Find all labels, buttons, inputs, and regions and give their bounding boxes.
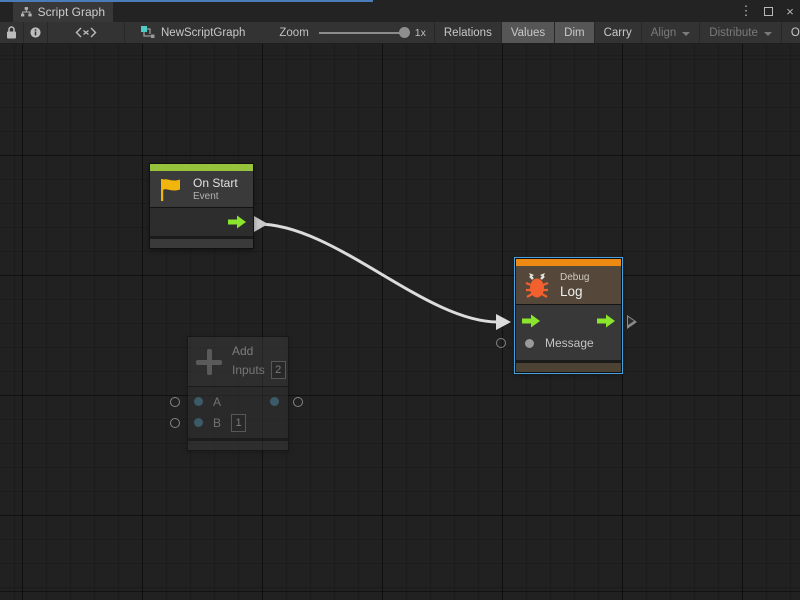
align-label: Align [651, 27, 677, 39]
on-start-footer [150, 239, 253, 248]
zoom-slider[interactable] [319, 32, 405, 34]
message-port-row: Message [516, 332, 621, 354]
connection-layer [0, 44, 800, 600]
unconnected-port-marker-icon [496, 338, 506, 348]
lock-button[interactable] [0, 22, 23, 43]
dim-button[interactable]: Dim [555, 22, 593, 43]
overview-button[interactable]: Overview [782, 22, 800, 43]
value-input-port-icon[interactable] [194, 418, 203, 427]
graph-canvas[interactable]: On Start Event [0, 44, 800, 600]
zoom-control: Zoom 1x [279, 22, 434, 43]
unconnected-port-marker-icon [170, 418, 180, 428]
trigger-output-port-icon[interactable] [597, 314, 615, 328]
node-title: Add [232, 344, 286, 358]
tab-script-graph[interactable]: Script Graph [13, 2, 113, 22]
unconnected-trigger-marker-icon [627, 315, 637, 329]
debug-log-body: Message [516, 305, 621, 360]
value-output-port-icon[interactable] [270, 397, 279, 406]
value-input-port-icon[interactable] [194, 397, 203, 406]
maximize-box [764, 7, 773, 16]
port-a-label: A [213, 395, 221, 409]
zoom-value-label: 1x [415, 27, 426, 39]
node-on-start[interactable]: On Start Event [149, 163, 254, 249]
add-body: A B 1 [188, 387, 288, 438]
port-row-b: B 1 [188, 412, 288, 433]
message-port-label: Message [545, 336, 594, 350]
carry-button[interactable]: Carry [595, 22, 641, 43]
script-graph-asset-icon [141, 26, 155, 39]
flag-icon [157, 176, 184, 203]
wire-destination-arrow-icon [496, 314, 511, 330]
add-inputs-line: Inputs 2 [232, 361, 286, 379]
debug-log-footer [516, 363, 621, 372]
connection-wire[interactable] [258, 224, 498, 322]
add-footer [188, 441, 288, 450]
wire-source-arrow-icon [254, 216, 268, 232]
flow-port-row [516, 310, 621, 332]
trigger-output-port-icon[interactable] [228, 215, 246, 229]
unconnected-port-marker-icon [293, 397, 303, 407]
info-icon [30, 26, 41, 39]
value-input-port-icon[interactable] [525, 339, 534, 348]
port-b-label: B [213, 416, 221, 430]
distribute-dropdown[interactable]: Distribute [700, 22, 781, 43]
chevron-down-icon [764, 32, 772, 36]
lock-icon [6, 26, 17, 39]
node-title: Log [560, 284, 589, 299]
inputs-count-field[interactable]: 2 [271, 361, 286, 379]
on-start-titles: On Start Event [193, 176, 238, 202]
on-start-header: On Start Event [150, 171, 253, 208]
values-button[interactable]: Values [502, 22, 554, 43]
align-dropdown[interactable]: Align [642, 22, 700, 43]
close-icon[interactable]: × [782, 2, 798, 20]
zoom-label: Zoom [279, 27, 308, 39]
maximize-icon[interactable] [760, 2, 776, 20]
distribute-label: Distribute [709, 27, 758, 39]
graph-reference-button[interactable]: NewScriptGraph [125, 22, 255, 43]
port-b-value-field[interactable]: 1 [231, 414, 246, 432]
info-button[interactable] [24, 22, 47, 43]
add-titles: Add Inputs 2 [232, 344, 286, 379]
node-category: Debug [560, 272, 589, 283]
bug-icon [523, 270, 551, 300]
event-color-bar [150, 164, 253, 171]
add-header: Add Inputs 2 [188, 337, 288, 387]
inputs-label: Inputs [232, 363, 265, 377]
unconnected-port-marker-icon [170, 397, 180, 407]
debug-color-bar [516, 259, 621, 266]
graph-name-label: NewScriptGraph [161, 27, 245, 39]
on-start-body [150, 208, 253, 236]
chevron-down-icon [682, 32, 690, 36]
window-controls: ⋮ × [738, 0, 798, 22]
debug-log-header: Debug Log [516, 266, 621, 305]
node-add[interactable]: Add Inputs 2 A B 1 [187, 336, 289, 451]
graph-toolbar: NewScriptGraph Zoom 1x Relations Values … [0, 22, 800, 44]
relations-button[interactable]: Relations [435, 22, 501, 43]
debug-log-titles: Debug Log [560, 272, 589, 299]
code-icon [75, 27, 97, 38]
plus-icon [195, 348, 223, 376]
node-subtitle: Event [193, 191, 238, 202]
zoom-slider-handle[interactable] [399, 27, 410, 38]
node-title: On Start [193, 176, 238, 190]
script-graph-window: Script Graph ⋮ × [0, 0, 800, 600]
hierarchy-graph-icon [21, 6, 32, 18]
node-debug-log[interactable]: Debug Log Message [515, 258, 622, 373]
title-bar: Script Graph ⋮ × [0, 0, 800, 22]
port-row-a: A [188, 391, 288, 412]
menu-icon[interactable]: ⋮ [738, 2, 754, 20]
tab-label: Script Graph [38, 5, 105, 19]
edit-graph-button[interactable] [48, 22, 124, 43]
trigger-input-port-icon[interactable] [522, 314, 540, 328]
